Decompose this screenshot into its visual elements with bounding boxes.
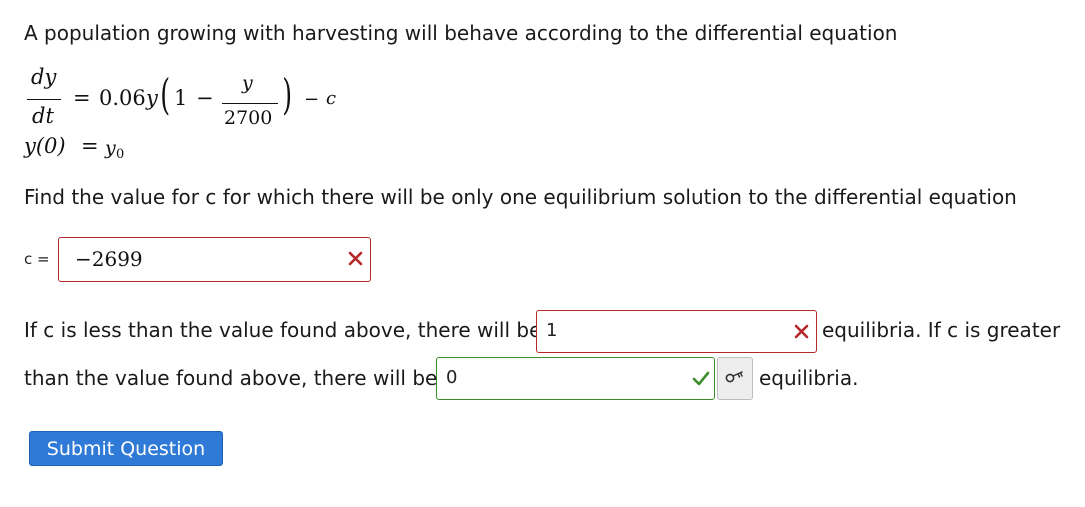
submit-question-button[interactable]: Submit Question [29, 431, 223, 466]
close-paren: ) [282, 70, 293, 119]
less-than-text: If c is less than the value found above,… [24, 318, 542, 342]
greater-than-answer-value: 0 [446, 367, 458, 388]
dy-numerator: dy [31, 65, 57, 89]
c-variable: c [326, 88, 337, 109]
y-variable: y [146, 86, 158, 110]
equals-sign: = [73, 86, 91, 110]
minus-sign: − [196, 86, 214, 110]
greater-than-suffix: equilibria. [759, 366, 859, 390]
find-text: Find the value for c for which there wil… [24, 185, 1017, 209]
less-than-answer-value: 1 [546, 320, 558, 341]
inner-denominator: 2700 [224, 107, 273, 129]
check-mark-icon [692, 371, 710, 390]
dydt-fraction-bar [27, 99, 61, 101]
inner-y-numerator: y [242, 72, 253, 94]
initial-condition-y: y [105, 137, 116, 159]
open-paren: ( [160, 70, 171, 119]
initial-condition-equals: = [81, 134, 99, 158]
dt-denominator: dt [32, 104, 54, 128]
intro-text: A population growing with harvesting wil… [24, 21, 898, 45]
x-mark-icon [794, 324, 809, 343]
coefficient: 0.06 [99, 86, 146, 110]
greater-than-text: than the value found above, there will b… [24, 366, 438, 390]
show-answer-key-button[interactable] [717, 357, 753, 400]
initial-condition-lhs: y(0) [24, 134, 66, 158]
minus-sign-2: − [304, 89, 320, 110]
c-answer-value: −2699 [75, 247, 143, 271]
x-mark-icon [348, 251, 363, 270]
less-than-suffix: equilibria. If c is greater [822, 318, 1061, 342]
initial-condition-subscript: 0 [116, 147, 125, 162]
less-than-answer-field[interactable]: 1 [536, 310, 817, 353]
key-icon [725, 369, 745, 388]
c-label: c = [24, 250, 50, 268]
inner-fraction-bar [222, 103, 278, 105]
c-answer-field[interactable]: −2699 [58, 237, 371, 282]
one: 1 [174, 86, 188, 110]
greater-than-answer-field[interactable]: 0 [436, 357, 715, 400]
